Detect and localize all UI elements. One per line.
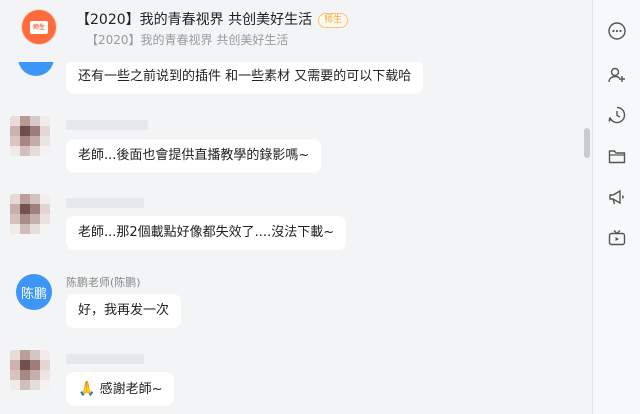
message-bubble[interactable]: 好，我再发一次 (66, 294, 182, 328)
right-toolbar (592, 0, 640, 414)
message-bubble[interactable]: 老師...後面也會提供直播教學的錄影嗎~ (66, 139, 322, 173)
group-avatar[interactable]: 师生 (22, 10, 56, 44)
avatar-label: 陈鹏 (20, 286, 47, 302)
message-text: 感謝老師~ (99, 382, 163, 397)
sender-name: 陈鹏老师(陈鹏) (66, 276, 141, 289)
chat-header: 师生 【2020】我的青春视界 共创美好生活 师生 【2020】我的青春视界 共创… (0, 0, 592, 62)
sender-name-blurred (66, 198, 144, 208)
live-icon[interactable] (606, 227, 628, 249)
more-icon[interactable] (606, 20, 628, 42)
message-text: 好，我再发一次 (78, 303, 170, 318)
book-icon: 师生 (30, 20, 48, 34)
message-bubble[interactable]: 还有一些之前说到的插件 和一些素材 又需要的可以下载哈 (66, 60, 424, 94)
announcement-icon[interactable] (606, 186, 628, 208)
group-title-text: 【2020】我的青春视界 共创美好生活 (76, 12, 313, 28)
group-subtitle: 【2020】我的青春视界 共创美好生活 (86, 33, 289, 47)
sender-name-blurred (66, 354, 144, 364)
message-bubble[interactable]: 🙏 感謝老師~ (66, 372, 175, 406)
scrollbar[interactable] (584, 128, 590, 158)
sender-name-blurred (66, 120, 148, 130)
message-text: 老師...那2個載點好像都失效了....沒法下載~ (78, 225, 335, 240)
avatar[interactable] (10, 194, 50, 234)
message-text: 还有一些之前说到的插件 和一些素材 又需要的可以下载哈 (78, 69, 412, 84)
add-member-icon[interactable] (606, 64, 628, 86)
message-text: 老師...後面也會提供直播教學的錄影嗎~ (78, 148, 310, 163)
group-tag-badge: 师生 (318, 13, 349, 28)
avatar[interactable] (10, 116, 50, 156)
folder-icon[interactable] (606, 145, 628, 167)
avatar[interactable] (10, 350, 50, 390)
history-icon[interactable] (606, 104, 628, 126)
emoji: 🙏 (78, 381, 96, 397)
group-title[interactable]: 【2020】我的青春视界 共创美好生活 师生 (76, 9, 349, 29)
avatar[interactable]: 陈鹏 (16, 274, 52, 310)
message-bubble[interactable]: 老師...那2個載點好像都失效了....沒法下載~ (66, 216, 347, 250)
message-list[interactable]: 还有一些之前说到的插件 和一些素材 又需要的可以下载哈 老師...後面也會提供直… (0, 0, 592, 414)
